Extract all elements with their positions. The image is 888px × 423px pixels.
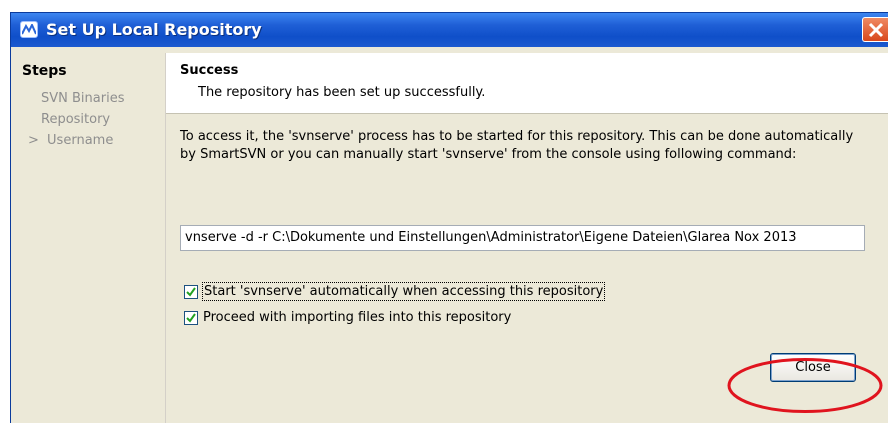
auto-start-checkbox[interactable] — [184, 284, 198, 299]
step-svn-binaries: SVN Binaries — [41, 91, 125, 106]
import-files-option[interactable]: Proceed with importing files into this r… — [184, 309, 512, 326]
info-text: To access it, the 'svnserve' process has… — [180, 129, 854, 162]
import-files-checkbox[interactable] — [184, 310, 198, 325]
title-bar[interactable]: Set Up Local Repository — [11, 13, 888, 47]
step-body: To access it, the 'svnserve' process has… — [166, 114, 888, 423]
step-repository: Repository — [41, 112, 111, 127]
smartsvn-app-icon — [20, 21, 38, 38]
window-title: Set Up Local Repository — [46, 20, 262, 39]
command-field[interactable]: vnserve -d -r C:\Dokumente und Einstellu… — [180, 225, 865, 251]
step-description: The repository has been set up successfu… — [198, 85, 486, 100]
auto-start-option[interactable]: Start 'svnserve' automatically when acce… — [184, 282, 606, 301]
close-button[interactable]: Close — [770, 353, 856, 382]
dialog-window: Set Up Local Repository Steps SVN Binari… — [10, 12, 888, 423]
step-title: Success — [180, 63, 239, 78]
steps-title: Steps — [22, 63, 67, 79]
current-step-marker: > — [28, 133, 39, 148]
dialog-content: Steps SVN Binaries Repository > Username… — [11, 47, 888, 423]
step-header: Success The repository has been set up s… — [166, 53, 888, 114]
import-files-label[interactable]: Proceed with importing files into this r… — [202, 309, 512, 326]
steps-sidebar: Steps SVN Binaries Repository > Username — [13, 53, 166, 423]
step-username-label: Username — [47, 133, 114, 148]
auto-start-label[interactable]: Start 'svnserve' automatically when acce… — [202, 282, 606, 301]
close-icon[interactable] — [862, 17, 888, 42]
step-username: > Username — [28, 133, 113, 148]
